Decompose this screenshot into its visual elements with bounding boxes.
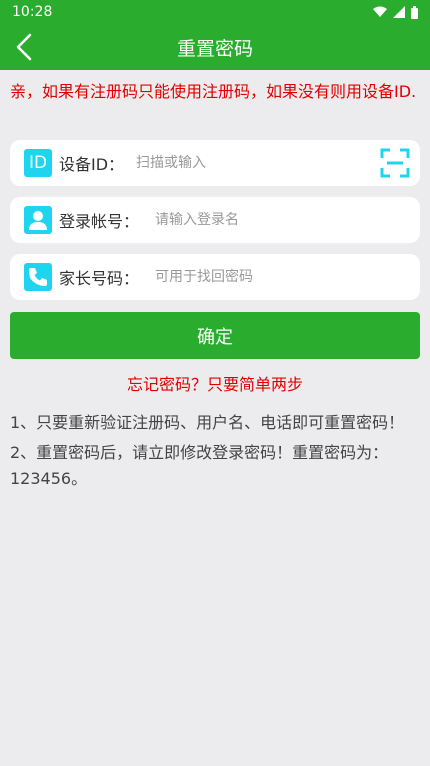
status-bar: 10:28	[0, 0, 430, 24]
account-input[interactable]	[153, 211, 420, 229]
phone-field: 家长号码：	[10, 254, 420, 300]
tip-item: 1、只要重新验证注册码、用户名、电话即可重置密码！	[10, 413, 405, 432]
tips-list: 1、只要重新验证注册码、用户名、电话即可重置密码！ 2、重置密码后，请立即修改登…	[10, 410, 410, 496]
status-time: 10:28	[12, 4, 53, 20]
forgot-hint: 忘记密码？只要简单两步	[126, 375, 303, 394]
confirm-button[interactable]: 确定	[10, 312, 420, 359]
phone-icon	[24, 263, 52, 291]
page-title: 重置密码	[176, 37, 253, 60]
tip-item: 2、重置密码后，请立即修改登录密码！重置密码为：123456。	[10, 443, 389, 488]
scan-icon[interactable]	[380, 148, 410, 178]
id-icon-text: ID	[28, 153, 48, 173]
account-field: 登录帐号：	[10, 197, 420, 243]
wifi-icon	[373, 6, 387, 17]
notice-text: 亲，如果有注册码只能使用注册码，如果没有则用设备ID.	[10, 82, 417, 101]
battery-icon	[411, 5, 418, 19]
account-label: 登录帐号：	[59, 212, 140, 231]
device-id-label: 设备ID：	[59, 155, 125, 174]
user-icon	[24, 206, 52, 234]
signal-icon	[393, 6, 405, 18]
status-icons	[373, 5, 418, 19]
phone-input[interactable]	[153, 268, 420, 286]
phone-label: 家长号码：	[59, 269, 140, 288]
device-id-input[interactable]	[134, 154, 420, 172]
title-bar: 重置密码	[0, 24, 430, 70]
device-id-field: ID 设备ID：	[10, 140, 420, 186]
id-icon: ID	[24, 149, 52, 177]
back-arrow-icon[interactable]	[10, 32, 40, 62]
